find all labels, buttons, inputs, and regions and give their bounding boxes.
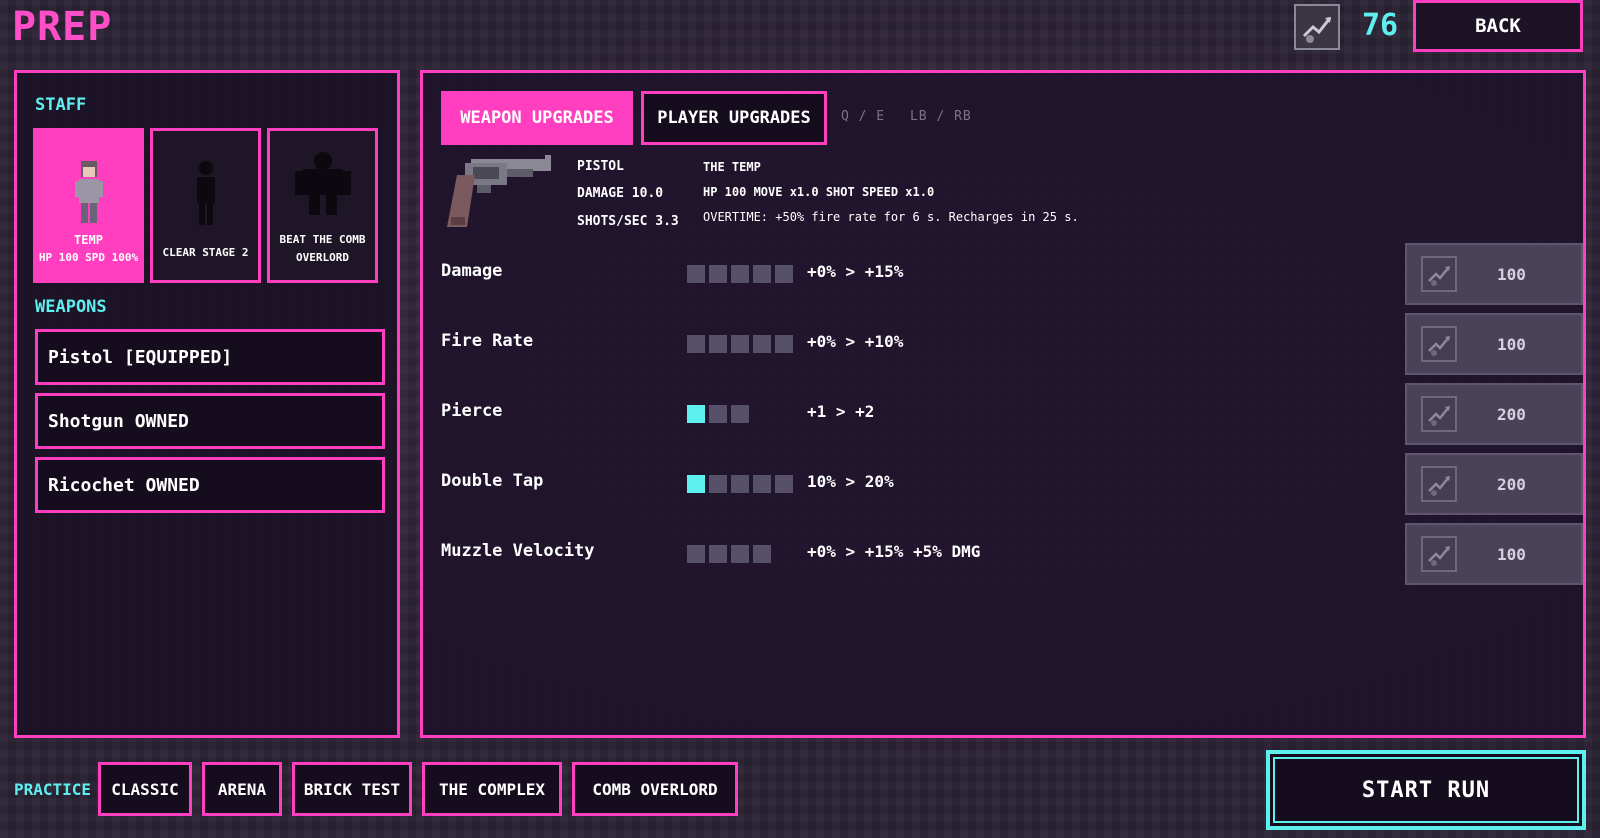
tab-switch-hint: Q / E LB / RB — [841, 109, 988, 124]
upgrade-row: Damage +0% > +15% 100 — [441, 243, 1583, 307]
weapon-row-shotgun[interactable]: Shotgun OWNED — [35, 393, 385, 449]
level-pip-empty — [753, 335, 771, 353]
upgrade-name: Damage — [441, 261, 503, 281]
staff-overtime-ability: OVERTIME: +50% fire rate for 6 s. Rechar… — [703, 210, 1079, 224]
upgrade-token-icon — [1421, 536, 1457, 572]
temp-character-icon — [74, 161, 103, 223]
mode-brick-test-button[interactable]: BRICK TEST — [292, 762, 412, 816]
level-pip-empty — [775, 475, 793, 493]
staff-name: TEMP — [74, 233, 103, 247]
level-pip-empty — [731, 475, 749, 493]
weapon-fire-rate: SHOTS/SEC 3.3 — [577, 214, 679, 229]
upgrade-level-pips — [687, 335, 793, 353]
upgrade-value: 10% > 20% — [807, 472, 894, 491]
weapon-damage: DAMAGE 10.0 — [577, 186, 664, 201]
level-pip-empty — [709, 475, 727, 493]
buy-upgrade-button[interactable]: 100 — [1405, 243, 1583, 305]
upgrade-level-pips — [687, 405, 749, 423]
mode-arena-button[interactable]: ARENA — [202, 762, 282, 816]
upgrade-name: Pierce — [441, 401, 503, 421]
tab-player-upgrades[interactable]: PLAYER UPGRADES — [641, 91, 827, 145]
upgrade-cost: 200 — [1497, 474, 1526, 494]
staff-card-locked-stage2[interactable]: CLEAR STAGE 2 — [150, 128, 261, 283]
mode-classic-button[interactable]: CLASSIC — [98, 762, 192, 816]
currency-count: 76 — [1362, 8, 1399, 43]
buy-upgrade-button[interactable]: 200 — [1405, 383, 1583, 445]
upgrade-cost: 200 — [1497, 404, 1526, 424]
level-pip-empty — [775, 335, 793, 353]
level-pip-empty — [731, 545, 749, 563]
level-pip-empty — [731, 265, 749, 283]
upgrade-row: Muzzle Velocity +0% > +15% +5% DMG 100 — [441, 523, 1583, 587]
staff-section-label: STAFF — [35, 95, 87, 115]
upgrade-cost: 100 — [1497, 334, 1526, 354]
buy-upgrade-button[interactable]: 100 — [1405, 523, 1583, 585]
locked-brute-silhouette-icon — [294, 152, 351, 215]
page-title: PREP — [12, 4, 113, 50]
upgrade-level-pips — [687, 475, 793, 493]
level-pip-empty — [687, 335, 705, 353]
level-pip-empty — [753, 265, 771, 283]
level-pip-empty — [731, 405, 749, 423]
weapon-name: PISTOL — [577, 159, 624, 174]
upgrade-cost: 100 — [1497, 544, 1526, 564]
upgrade-token-icon — [1421, 466, 1457, 502]
level-pip-empty — [709, 335, 727, 353]
upgrade-token-icon — [1421, 396, 1457, 432]
level-pip-empty — [709, 405, 727, 423]
staff-stats-line: HP 100 MOVE x1.0 SHOT SPEED x1.0 — [703, 185, 935, 199]
level-pip-empty — [687, 265, 705, 283]
upgrade-value: +0% > +10% — [807, 332, 904, 351]
level-pip-empty — [687, 545, 705, 563]
upgrade-row: Double Tap 10% > 20% 200 — [441, 453, 1583, 517]
upgrade-name: Double Tap — [441, 471, 544, 491]
upgrade-cost: 100 — [1497, 264, 1526, 284]
level-pip-empty — [709, 265, 727, 283]
revolver-icon — [441, 153, 557, 237]
upgrade-level-pips — [687, 265, 793, 283]
staff-unlock-condition: BEAT THE COMB — [279, 233, 366, 246]
staff-unlock-condition: CLEAR STAGE 2 — [162, 246, 249, 259]
level-pip-empty — [709, 545, 727, 563]
buy-upgrade-button[interactable]: 100 — [1405, 313, 1583, 375]
back-button[interactable]: BACK — [1413, 0, 1583, 52]
mode-the-complex-button[interactable]: THE COMPLEX — [422, 762, 562, 816]
upgrade-token-icon — [1421, 256, 1457, 292]
upgrade-value: +1 > +2 — [807, 402, 875, 421]
left-panel: STAFF TEMP HP 100 SPD 100% CLEAR STAGE 2 — [14, 70, 400, 738]
weapon-row-pistol[interactable]: Pistol [EQUIPPED] — [35, 329, 385, 385]
upgrade-name: Fire Rate — [441, 331, 534, 351]
upgrade-token-icon — [1294, 4, 1340, 50]
level-pip-empty — [731, 335, 749, 353]
level-pip-filled — [687, 475, 705, 493]
start-run-button[interactable]: START RUN — [1266, 750, 1586, 830]
practice-label: PRACTICE — [14, 780, 92, 799]
gamepad-hint: LB / RB — [909, 109, 972, 124]
weapons-section-label: WEAPONS — [35, 297, 107, 317]
staff-unlock-condition-sub: OVERLORD — [296, 251, 349, 264]
level-pip-empty — [753, 545, 771, 563]
level-pip-empty — [753, 475, 771, 493]
staff-card-temp[interactable]: TEMP HP 100 SPD 100% — [33, 128, 144, 283]
staff-stats: HP 100 SPD 100% — [38, 251, 139, 264]
upgrade-value: +0% > +15% — [807, 262, 904, 281]
weapon-row-ricochet[interactable]: Ricochet OWNED — [35, 457, 385, 513]
staff-title: THE TEMP — [703, 160, 761, 174]
upgrade-row: Pierce +1 > +2 200 — [441, 383, 1583, 447]
level-pip-empty — [775, 265, 793, 283]
tab-weapon-upgrades[interactable]: WEAPON UPGRADES — [441, 91, 633, 145]
locked-character-silhouette-icon — [196, 161, 215, 225]
keyboard-hint: Q / E — [841, 109, 886, 124]
upgrade-row: Fire Rate +0% > +10% 100 — [441, 313, 1583, 377]
staff-card-locked-comb[interactable]: BEAT THE COMB OVERLORD — [267, 128, 378, 283]
mode-comb-overlord-button[interactable]: COMB OVERLORD — [572, 762, 738, 816]
upgrade-level-pips — [687, 545, 771, 563]
buy-upgrade-button[interactable]: 200 — [1405, 453, 1583, 515]
upgrade-name: Muzzle Velocity — [441, 541, 595, 561]
right-panel: WEAPON UPGRADES PLAYER UPGRADES Q / E LB… — [420, 70, 1586, 738]
upgrade-token-icon — [1421, 326, 1457, 362]
upgrade-value: +0% > +15% +5% DMG — [807, 542, 981, 561]
level-pip-filled — [687, 405, 705, 423]
